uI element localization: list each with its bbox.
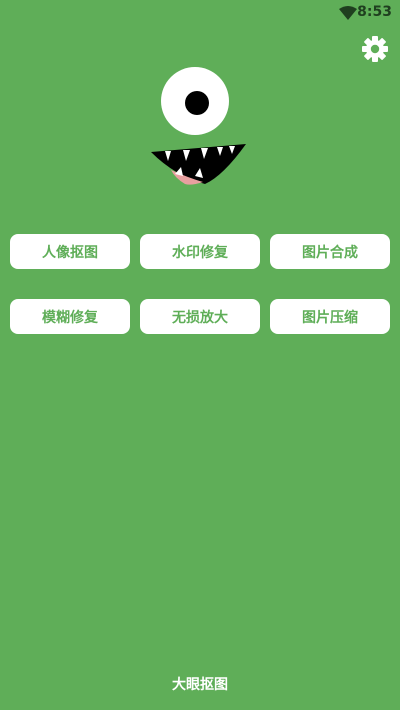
status-bar: 8:53: [0, 0, 400, 24]
wifi-icon: [339, 5, 357, 20]
mascot-logo: [145, 66, 255, 188]
tool-button-portrait-cutout[interactable]: 人像抠图: [10, 234, 130, 269]
app-title: 大眼抠图: [172, 677, 228, 693]
tool-button-blur-repair[interactable]: 模糊修复: [10, 299, 130, 334]
tool-grid: 人像抠图 水印修复 图片合成 模糊修复 无损放大 图片压缩: [10, 234, 390, 334]
settings-button[interactable]: [360, 34, 390, 64]
tool-button-image-compress[interactable]: 图片压缩: [270, 299, 390, 334]
tool-button-image-composite[interactable]: 图片合成: [270, 234, 390, 269]
gear-icon: [360, 34, 390, 64]
tool-button-lossless-upscale[interactable]: 无损放大: [140, 299, 260, 334]
tool-button-watermark-repair[interactable]: 水印修复: [140, 234, 260, 269]
status-time: 8:53: [357, 4, 392, 20]
